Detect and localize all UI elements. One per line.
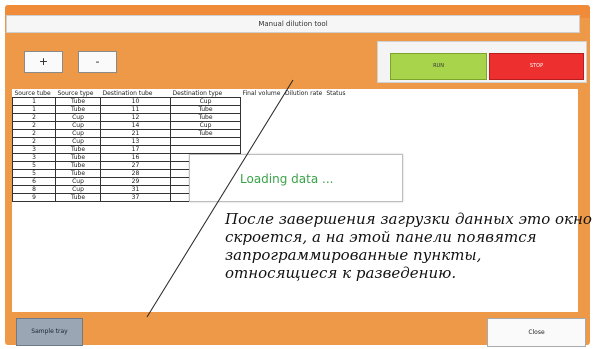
annotation-text: После завершения загрузки данных это окн… bbox=[225, 210, 592, 282]
sample-tray-button[interactable]: Sample tray bbox=[16, 318, 83, 346]
close-button[interactable]: Close bbox=[487, 318, 586, 347]
callout-line-layer bbox=[146, 79, 294, 318]
